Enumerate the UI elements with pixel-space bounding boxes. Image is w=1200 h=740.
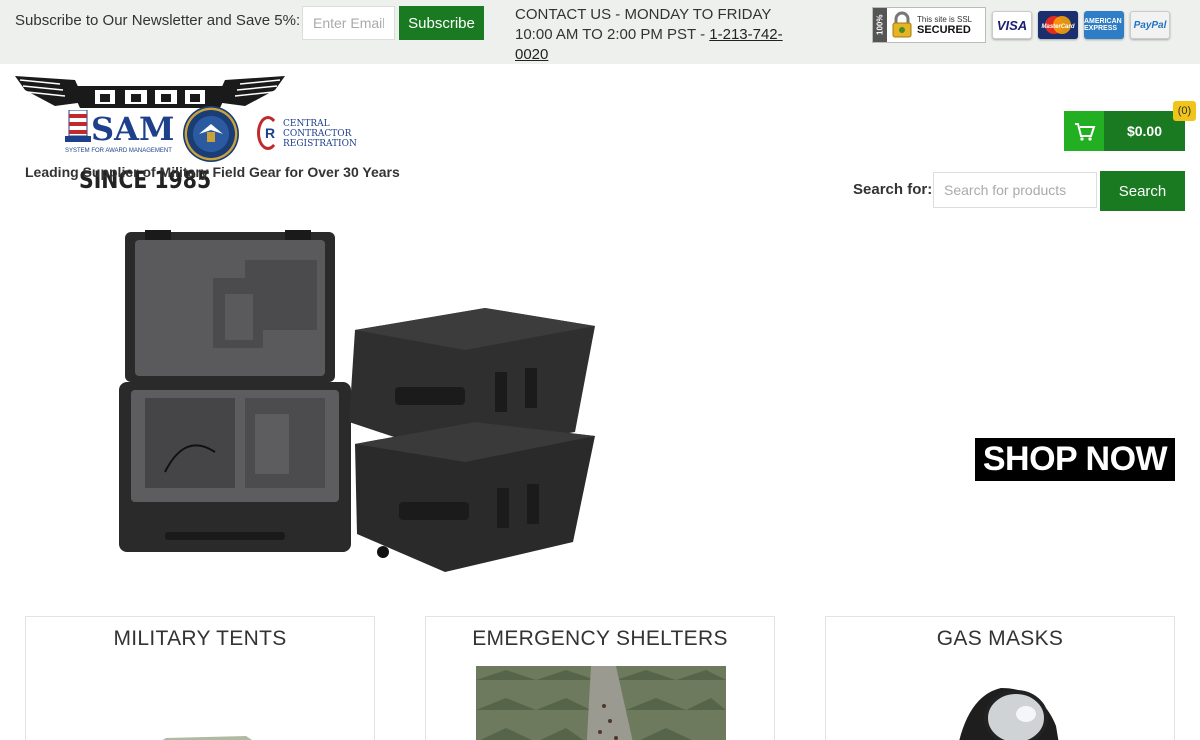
- contact-hours: 10:00 AM TO 2:00 PM PST -: [515, 26, 710, 43]
- ssl-percent: 100%: [873, 8, 887, 42]
- ssl-secured-badge: 100% This site is SSL SECURED: [872, 7, 986, 43]
- sam-logo: SAM SYSTEM FOR AWARD MANAGEMENT: [65, 110, 193, 160]
- mastercard-icon: MasterCard: [1038, 11, 1078, 39]
- hard-case-product-image: [119, 230, 595, 572]
- newsletter-email-input[interactable]: [302, 6, 395, 40]
- contact-info: CONTACT US - MONDAY TO FRIDAY 10:00 AM T…: [515, 5, 805, 65]
- ssl-small-text: This site is SSL: [917, 15, 973, 24]
- category-card-military-tents[interactable]: MILITARY TENTS: [25, 616, 375, 740]
- department-of-defense-seal-icon: [183, 106, 239, 162]
- amex-card-icon: AMERICAN EXPRESS: [1084, 11, 1124, 39]
- mastercard-text: MasterCard: [1041, 24, 1074, 30]
- category-card-gas-masks[interactable]: GAS MASKS: [825, 616, 1175, 740]
- search-button[interactable]: Search: [1100, 171, 1185, 211]
- subscribe-button[interactable]: Subscribe: [399, 6, 484, 40]
- ccr-line-3: REGISTRATION: [283, 139, 357, 149]
- sam-logo-text: SAM: [91, 110, 175, 148]
- uncle-sam-hat-icon: [65, 110, 91, 142]
- category-title: MILITARY TENTS: [113, 627, 287, 650]
- cart-count-badge: (0): [1173, 101, 1196, 121]
- ssl-secured-text: SECURED: [917, 24, 971, 36]
- contact-hours-title: CONTACT US - MONDAY TO FRIDAY: [515, 6, 772, 23]
- padlock-icon: [890, 11, 914, 39]
- gas-mask-image: [959, 688, 1059, 740]
- ccr-logo: R CENTRAL CONTRACTOR REGISTRATION: [257, 114, 367, 154]
- shop-now-button[interactable]: SHOP NOW: [975, 438, 1175, 481]
- ccr-line-2: CONTRACTOR: [283, 129, 352, 139]
- category-title: GAS MASKS: [936, 627, 1064, 650]
- trust-badges: 100% This site is SSL SECURED VISA Master…: [872, 7, 1170, 43]
- search-label: Search for:: [853, 181, 933, 198]
- ccr-line-1: CENTRAL: [283, 119, 330, 129]
- newsletter-label: Subscribe to Our Newsletter and Save 5%:: [15, 12, 301, 29]
- paypal-icon: PayPal: [1130, 11, 1170, 39]
- cart-button[interactable]: $0.00: [1064, 111, 1185, 151]
- military-tent-image: [162, 736, 252, 740]
- site-tagline: Leading Supplier of Military Field Gear …: [25, 164, 400, 180]
- category-card-emergency-shelters[interactable]: EMERGENCY SHELTERS: [425, 616, 775, 740]
- category-title: EMERGENCY SHELTERS: [472, 627, 728, 650]
- emergency-shelters-image: [476, 666, 726, 740]
- hero-banner-image[interactable]: [105, 222, 605, 572]
- top-bar: Subscribe to Our Newsletter and Save 5%:…: [0, 0, 1200, 64]
- ccr-r-icon: R: [257, 116, 279, 150]
- product-search-input[interactable]: [933, 172, 1097, 208]
- visa-card-icon: VISA: [992, 11, 1032, 39]
- cart-icon: [1064, 111, 1104, 151]
- sam-logo-subtitle: SYSTEM FOR AWARD MANAGEMENT: [65, 148, 172, 154]
